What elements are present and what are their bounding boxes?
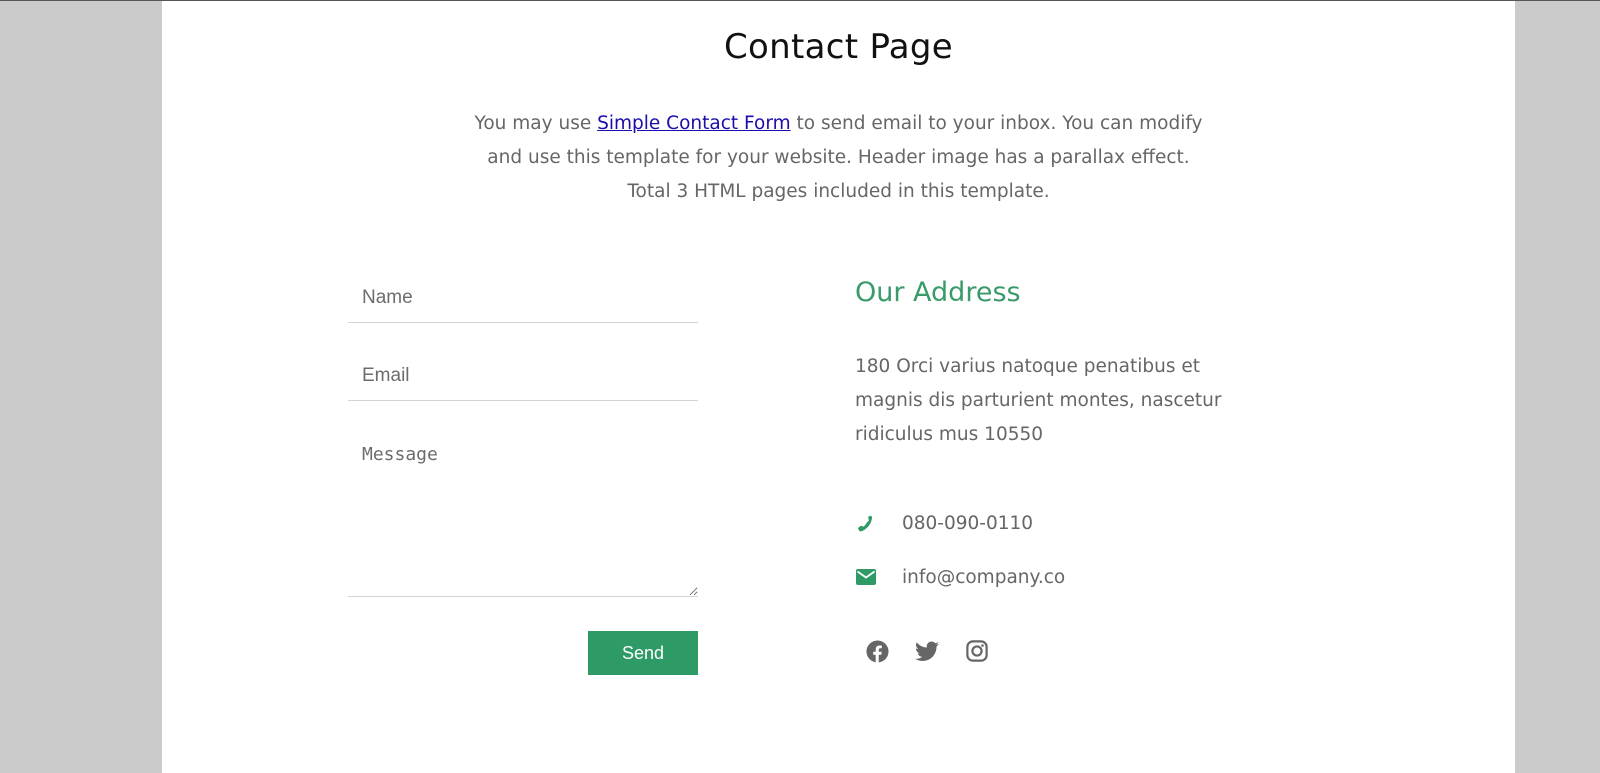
email-row: info@company.co xyxy=(855,566,1065,588)
intro-line-3: Total 3 HTML pages included in this temp… xyxy=(627,181,1050,202)
facebook-icon[interactable] xyxy=(865,639,889,663)
phone-icon xyxy=(855,512,877,534)
phone-row: 080-090-0110 xyxy=(855,512,1033,534)
intro-paragraph: You may use Simple Contact Form to send … xyxy=(162,107,1515,209)
envelope-icon xyxy=(855,566,877,588)
send-button[interactable]: Send xyxy=(588,631,698,675)
intro-line-2: and use this template for your website. … xyxy=(487,147,1190,168)
message-field[interactable] xyxy=(348,428,698,597)
intro-text-end: to send email to your inbox. You can mod… xyxy=(790,113,1203,134)
name-field[interactable] xyxy=(348,273,698,323)
intro-text-start: You may use xyxy=(474,113,598,134)
email-field[interactable] xyxy=(348,351,698,401)
instagram-icon[interactable] xyxy=(965,639,989,663)
twitter-icon[interactable] xyxy=(915,639,939,663)
address-section: Our Address 180 Orci varius natoque pena… xyxy=(855,277,1235,663)
email-address: info@company.co xyxy=(902,566,1066,588)
simple-contact-form-link[interactable]: Simple Contact Form xyxy=(597,113,791,134)
contact-page: Contact Page You may use Simple Contact … xyxy=(162,1,1515,773)
address-heading: Our Address xyxy=(855,277,1021,308)
phone-number: 080-090-0110 xyxy=(902,512,1034,534)
address-text: 180 Orci varius natoque penatibus et mag… xyxy=(855,356,1222,445)
social-links xyxy=(865,639,989,663)
page-title: Contact Page xyxy=(724,27,953,67)
